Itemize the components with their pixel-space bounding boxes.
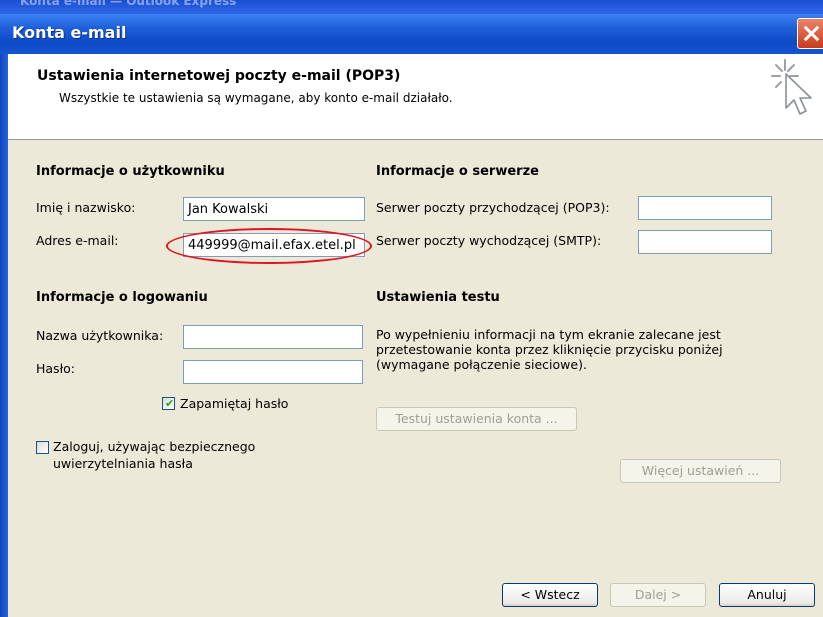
close-icon[interactable] xyxy=(797,18,823,49)
remember-password-checkbox[interactable]: ✔ xyxy=(162,397,175,410)
name-field[interactable]: Jan Kowalski xyxy=(183,197,365,221)
background-window-titlebar: Konta e-mail — Outlook Express xyxy=(0,0,823,14)
secure-auth-label-line1[interactable]: Zaloguj, używając bezpiecznego xyxy=(53,439,255,454)
header-subtitle: Wszystkie te ustawienia są wymagane, aby… xyxy=(59,91,453,105)
incoming-server-label: Serwer poczty przychodzącej (POP3): xyxy=(376,200,610,215)
test-settings-heading: Ustawienia testu xyxy=(376,290,500,305)
username-field[interactable] xyxy=(183,325,363,349)
outgoing-server-label: Serwer poczty wychodzącej (SMTP): xyxy=(376,233,602,248)
test-account-button[interactable]: Testuj ustawienia konta ... xyxy=(376,407,577,431)
outgoing-server-field[interactable] xyxy=(638,230,772,254)
header-title: Ustawienia internetowej poczty e-mail (P… xyxy=(37,68,401,84)
window-title: Konta e-mail xyxy=(12,23,127,42)
secure-auth-checkbox[interactable] xyxy=(36,441,49,454)
remember-password-label[interactable]: Zapamiętaj hasło xyxy=(180,396,288,411)
account-settings-window: Konta e-mail — Outlook Express Konta e-m… xyxy=(0,0,823,617)
email-highlight-annotation xyxy=(166,228,372,264)
back-button[interactable]: < Wstecz xyxy=(502,583,598,607)
checkmark-icon: ✔ xyxy=(165,397,175,410)
test-settings-description: Po wypełnieniu informacji na tym ekranie… xyxy=(376,327,723,372)
password-label: Hasło: xyxy=(36,361,75,376)
username-label: Nazwa użytkownika: xyxy=(36,328,164,343)
server-info-heading: Informacje o serwerze xyxy=(376,164,539,179)
name-label: Imię i nazwisko: xyxy=(36,200,136,215)
wizard-cursor-icon xyxy=(771,59,812,115)
secure-auth-label-line2[interactable]: uwierzytelniania hasła xyxy=(53,456,193,471)
window-border xyxy=(0,54,8,617)
background-window-title: Konta e-mail — Outlook Express xyxy=(20,0,237,8)
password-field[interactable] xyxy=(183,360,363,384)
next-button[interactable]: Dalej > xyxy=(610,583,706,607)
user-info-heading: Informacje o użytkowniku xyxy=(36,164,225,179)
incoming-server-field[interactable] xyxy=(638,196,772,220)
cancel-button[interactable]: Anuluj xyxy=(719,583,815,607)
logon-info-heading: Informacje o logowaniu xyxy=(36,290,208,305)
more-settings-button[interactable]: Więcej ustawień ... xyxy=(620,459,781,483)
title-bar[interactable]: Konta e-mail xyxy=(0,14,823,54)
email-label: Adres e-mail: xyxy=(36,233,119,248)
wizard-header: Ustawienia internetowej poczty e-mail (P… xyxy=(8,54,823,140)
